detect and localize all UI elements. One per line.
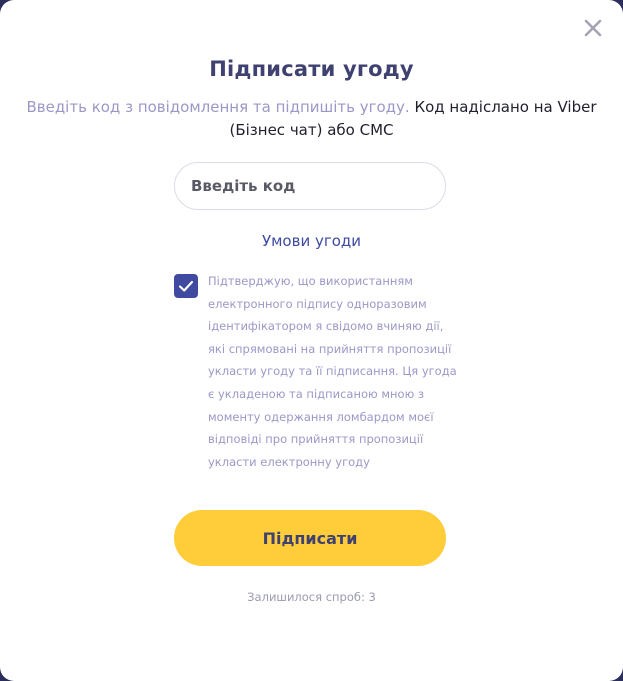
sign-button[interactable]: Підписати bbox=[174, 510, 446, 566]
dialog-title: Підписати угоду bbox=[209, 57, 414, 81]
terms-link[interactable]: Умови угоди bbox=[0, 232, 623, 250]
checkmark-icon bbox=[178, 280, 194, 292]
subtitle-instruction: Введіть код з повідомлення та підпишіть … bbox=[26, 98, 410, 116]
close-button[interactable] bbox=[581, 16, 605, 40]
attempts-remaining: Залишилося спроб: 3 bbox=[247, 590, 376, 604]
close-icon bbox=[584, 19, 602, 37]
consent-checkbox[interactable] bbox=[174, 274, 198, 298]
sign-agreement-dialog: Підписати угоду Введіть код з повідомлен… bbox=[0, 0, 623, 681]
code-input[interactable] bbox=[174, 162, 446, 210]
dialog-subtitle: Введіть код з повідомлення та підпишіть … bbox=[20, 96, 603, 142]
consent-text: Підтверджую, що використанням електронно… bbox=[208, 274, 457, 469]
